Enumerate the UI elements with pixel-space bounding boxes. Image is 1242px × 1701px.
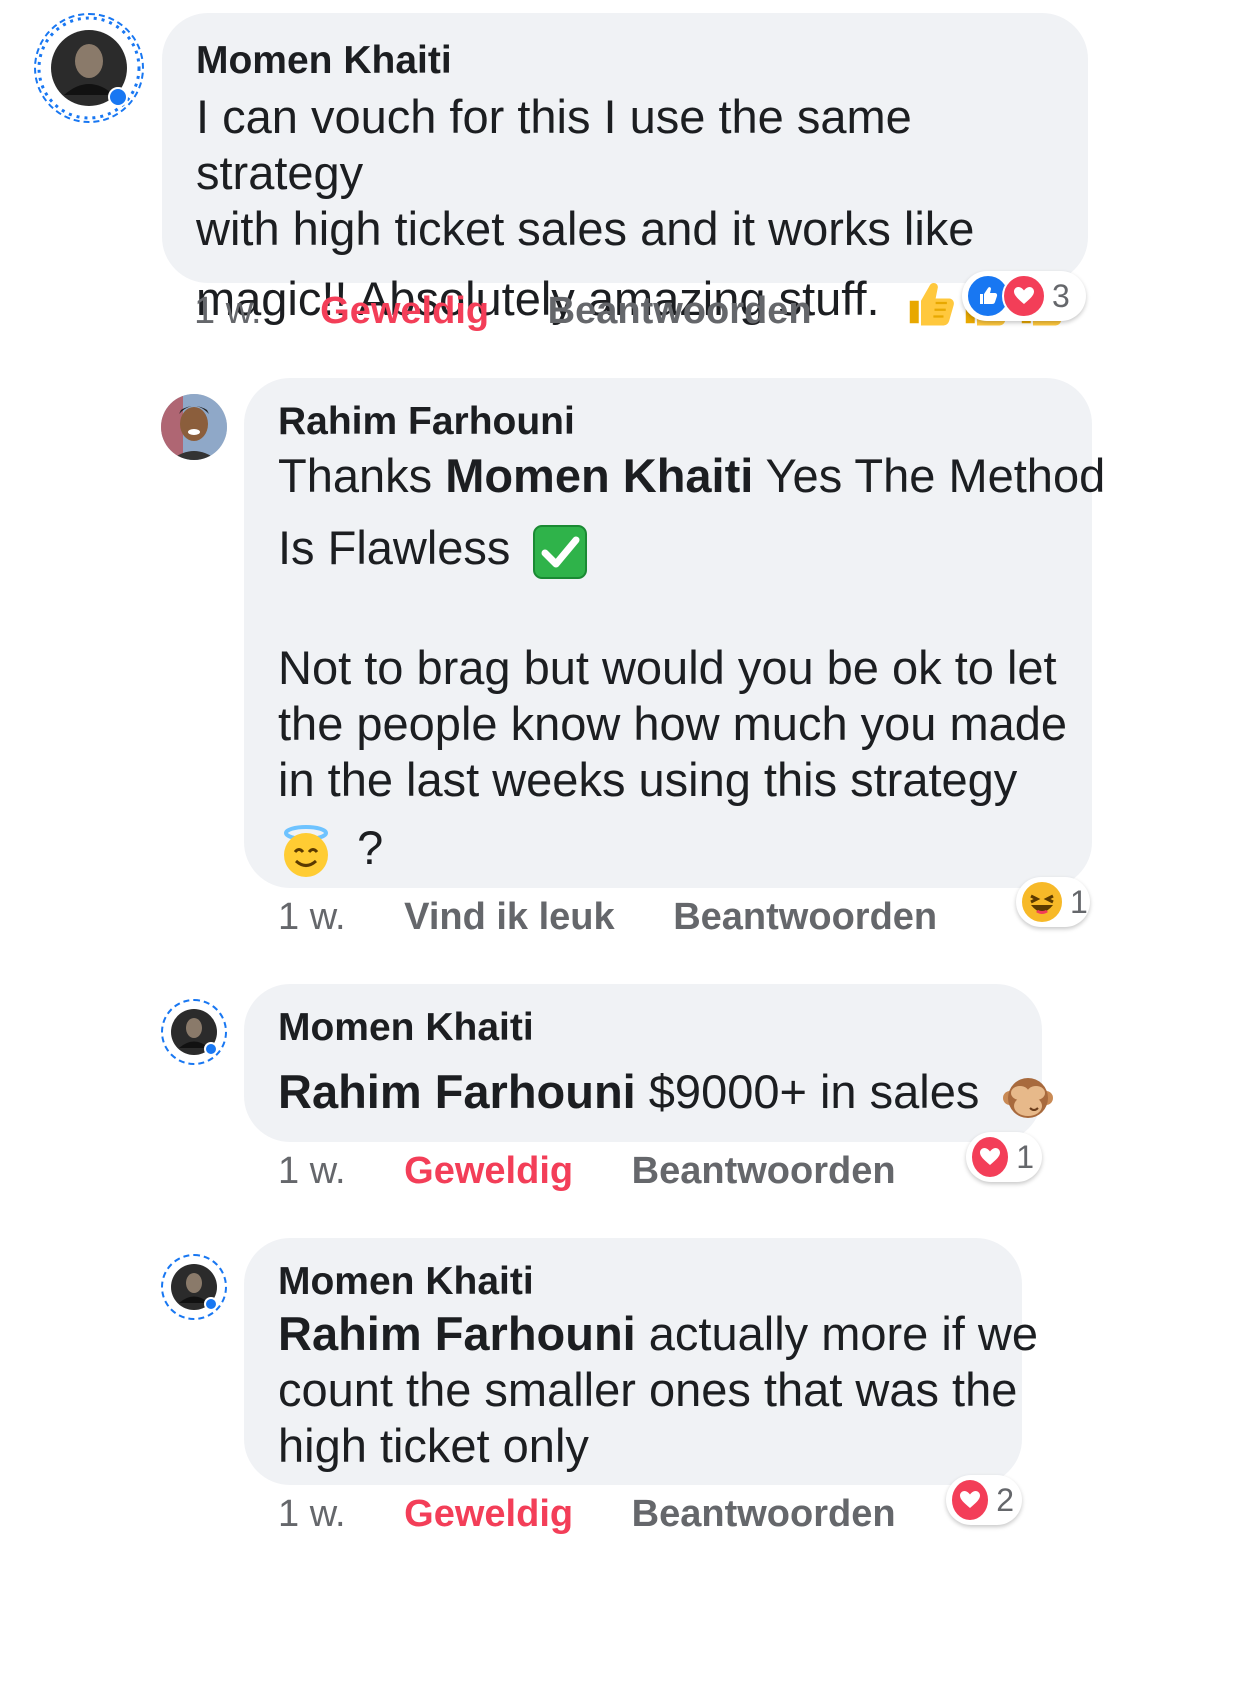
text-segment: Yes The Method bbox=[753, 449, 1106, 502]
reaction-button[interactable]: Geweldig bbox=[404, 1493, 573, 1536]
comment-actions: 1 w. Geweldig Beantwoorden bbox=[194, 290, 812, 333]
reply-button[interactable]: Beantwoorden bbox=[673, 896, 937, 939]
avatar[interactable] bbox=[161, 394, 227, 460]
comment-line: with high ticket sales and it works like bbox=[196, 202, 975, 255]
reaction-button[interactable]: Geweldig bbox=[320, 290, 489, 333]
timestamp[interactable]: 1 w. bbox=[278, 1150, 346, 1193]
comment-bubble: Momen Khaiti Rahim Farhouni $9000+ in sa… bbox=[244, 984, 1054, 1142]
comment-text: Rahim Farhouni $9000+ in sales bbox=[278, 1064, 1054, 1124]
text-segment: ? bbox=[357, 820, 384, 874]
comment-line: Not to brag but would you be ok to let bbox=[278, 640, 1057, 694]
see-no-evil-monkey-emoji bbox=[1003, 1077, 1054, 1118]
comment-line: Thanks Momen Khaiti Yes The Method bbox=[278, 448, 1105, 504]
comment-line: I can vouch for this I use the same stra… bbox=[196, 90, 912, 199]
avatar[interactable] bbox=[161, 999, 227, 1065]
reaction-count: 2 bbox=[996, 1481, 1014, 1518]
reaction-summary[interactable]: 2 bbox=[946, 1475, 1022, 1525]
messenger-code-avatar-icon bbox=[171, 1264, 218, 1311]
comment-paragraph: Not to brag but would you be ok to let t… bbox=[278, 640, 1092, 880]
reply-button[interactable]: Beantwoorden bbox=[632, 1493, 896, 1536]
comment-author[interactable]: Momen Khaiti bbox=[278, 1260, 1022, 1304]
reaction-summary[interactable]: 3 bbox=[962, 271, 1086, 321]
timestamp[interactable]: 1 w. bbox=[194, 290, 262, 333]
comment-line: high ticket only bbox=[278, 1419, 589, 1472]
reply-button[interactable]: Beantwoorden bbox=[632, 1150, 896, 1193]
timestamp[interactable]: 1 w. bbox=[278, 1493, 346, 1536]
text-segment: $9000+ in sales bbox=[635, 1065, 980, 1118]
reaction-count: 3 bbox=[1052, 277, 1070, 314]
reaction-count: 1 bbox=[1016, 1138, 1034, 1175]
comment-actions: 1 w. Geweldig Beantwoorden bbox=[278, 1150, 896, 1193]
love-icon bbox=[950, 1478, 991, 1522]
mention-link[interactable]: Rahim Farhouni bbox=[278, 1065, 636, 1118]
comment-bubble: Rahim Farhouni Thanks Momen Khaiti Yes T… bbox=[244, 378, 1105, 888]
comment-line: count the smaller ones that was the bbox=[278, 1363, 1018, 1416]
reaction-summary[interactable]: 1 bbox=[1016, 877, 1090, 927]
love-icon bbox=[970, 1135, 1011, 1179]
comment-bubble: Momen Khaiti Rahim Farhouni actually mor… bbox=[244, 1238, 1038, 1485]
love-icon bbox=[1002, 274, 1046, 318]
comment-text: Rahim Farhouni actually more if we count… bbox=[278, 1306, 1038, 1474]
comment-actions: 1 w. Geweldig Beantwoorden bbox=[278, 1493, 896, 1536]
smiling-halo-emoji bbox=[284, 825, 328, 878]
text-segment: Is Flawless bbox=[278, 521, 511, 574]
comment-line-with-emoji: ? bbox=[278, 820, 1092, 880]
like-button[interactable]: Vind ik leuk bbox=[404, 896, 614, 939]
avatar[interactable] bbox=[34, 13, 144, 123]
reaction-count: 1 bbox=[1070, 883, 1088, 920]
comment-line: in the last weeks using this strategy bbox=[278, 752, 1018, 806]
messenger-code-avatar-icon bbox=[171, 1009, 218, 1056]
thumbs-up-emoji bbox=[903, 276, 957, 330]
reply-button[interactable]: Beantwoorden bbox=[548, 290, 812, 333]
reaction-summary[interactable]: 1 bbox=[966, 1132, 1042, 1182]
comment-line: Rahim Farhouni actually more if we bbox=[278, 1306, 1038, 1362]
comment-line-with-emoji: Is Flawless bbox=[278, 520, 1092, 580]
avatar[interactable] bbox=[161, 1254, 227, 1320]
text-segment: Thanks bbox=[278, 449, 446, 502]
comment-actions: 1 w. Vind ik leuk Beantwoorden bbox=[278, 896, 937, 939]
comment-bubble: Momen Khaiti I can vouch for this I use … bbox=[162, 13, 1088, 283]
comment-author[interactable]: Momen Khaiti bbox=[278, 1006, 1042, 1050]
comment-author[interactable]: Rahim Farhouni bbox=[278, 400, 1092, 444]
comment-line: the people know how much you made bbox=[278, 696, 1068, 750]
reaction-button[interactable]: Geweldig bbox=[404, 1150, 573, 1193]
text-segment: actually more if we bbox=[635, 1307, 1038, 1360]
mention-link[interactable]: Momen Khaiti bbox=[445, 449, 753, 502]
timestamp[interactable]: 1 w. bbox=[278, 896, 346, 939]
mention-link[interactable]: Rahim Farhouni bbox=[278, 1307, 636, 1360]
check-mark-emoji bbox=[532, 524, 587, 579]
comment-text: Thanks Momen Khaiti Yes The Method Is Fl… bbox=[278, 448, 1105, 880]
comment-author[interactable]: Momen Khaiti bbox=[196, 39, 1088, 83]
profile-photo-icon bbox=[161, 394, 227, 460]
haha-icon bbox=[1020, 880, 1064, 924]
messenger-code-avatar-icon bbox=[37, 16, 141, 120]
